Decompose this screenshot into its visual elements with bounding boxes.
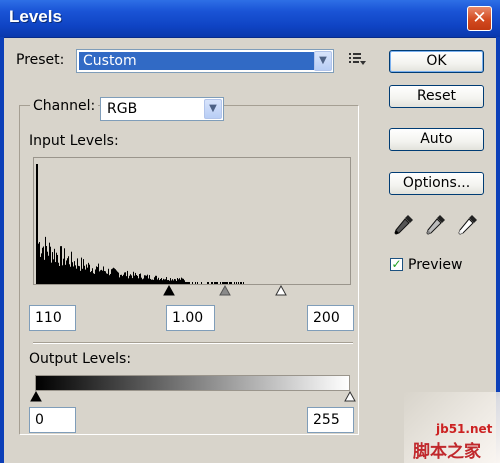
input-white-field[interactable]: 200 (307, 305, 354, 331)
close-button[interactable]: ✕ (467, 6, 492, 31)
preset-options-menu-icon[interactable] (349, 52, 367, 70)
gray-eyedropper-icon[interactable] (425, 213, 447, 235)
channel-value: RGB (107, 101, 138, 117)
input-black-field[interactable]: 110 (29, 305, 76, 331)
channel-select[interactable]: RGB ▼ (100, 97, 224, 121)
histogram-bars (36, 164, 244, 284)
watermark-brand: 脚本之家 (413, 442, 481, 462)
watermark-site: jb51.net (436, 422, 493, 436)
section-divider (33, 342, 353, 344)
preset-value: Custom (79, 52, 314, 70)
title-bar[interactable] (0, 0, 500, 38)
preview-label[interactable]: Preview (408, 257, 463, 273)
output-black-point-slider (30, 390, 42, 402)
auto-button[interactable]: Auto (389, 128, 484, 151)
input-gamma-slider (219, 284, 231, 296)
black-eyedropper-icon[interactable] (393, 213, 415, 235)
output-white-point-slider (344, 390, 356, 402)
input-levels-label: Input Levels: (29, 133, 119, 149)
input-gamma-field[interactable]: 1.00 (166, 305, 215, 331)
preview-checkbox[interactable]: ✓ (390, 258, 403, 271)
white-eyedropper-icon[interactable] (457, 213, 479, 235)
chevron-down-icon[interactable]: ▼ (204, 99, 222, 119)
output-black-field[interactable]: 0 (29, 407, 76, 433)
preset-select[interactable]: Custom ▼ (76, 49, 334, 73)
preset-label: Preset: (16, 52, 65, 68)
input-levels-slider[interactable] (33, 284, 351, 297)
window-title: Levels (9, 7, 62, 26)
ok-button[interactable]: OK (389, 50, 484, 73)
reset-button[interactable]: Reset (389, 85, 484, 108)
chevron-down-icon[interactable]: ▼ (314, 51, 332, 71)
histogram (33, 157, 351, 285)
output-levels-slider[interactable] (30, 390, 356, 403)
output-white-field[interactable]: 255 (307, 407, 354, 433)
channel-label: Channel: (30, 98, 99, 114)
input-white-point-slider (275, 284, 287, 296)
output-levels-label: Output Levels: (29, 351, 132, 367)
input-black-point-slider (163, 284, 175, 296)
output-gradient-bar (35, 375, 350, 391)
options-button[interactable]: Options... (389, 172, 484, 195)
window-border-left (0, 37, 4, 463)
